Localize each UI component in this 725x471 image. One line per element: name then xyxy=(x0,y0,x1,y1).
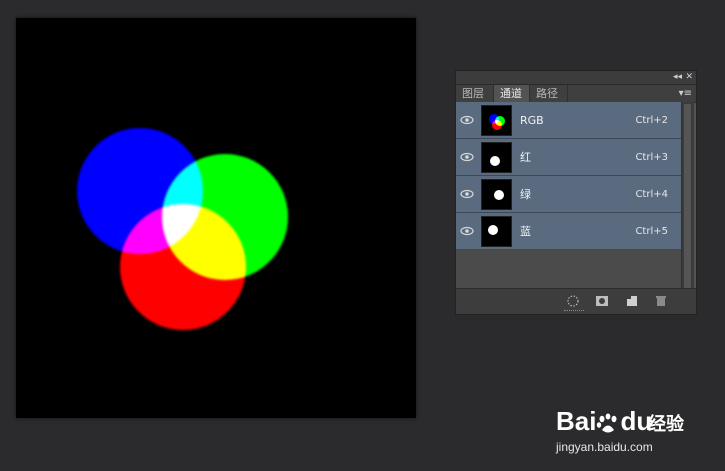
baidu-jingyan-watermark: Bai du 经验 jingyan.baidu.com xyxy=(556,404,716,464)
channel-shortcut: Ctrl+4 xyxy=(635,189,668,200)
panel-tabs: 图层 通道 路径 ▾≡ xyxy=(456,85,696,103)
tab-channels[interactable]: 通道 xyxy=(494,85,530,102)
save-selection-as-channel-icon[interactable] xyxy=(595,295,609,307)
watermark-chinese: 经验 xyxy=(648,414,684,435)
watermark-brand: Bai du xyxy=(556,406,653,436)
eye-icon[interactable] xyxy=(460,113,474,127)
channel-row-green[interactable]: 绿 Ctrl+4 xyxy=(456,176,682,213)
channel-thumbnail xyxy=(481,216,512,247)
panel-menu-icon[interactable]: ▾≡ xyxy=(679,85,692,102)
close-icon[interactable]: ✕ xyxy=(685,71,693,84)
channel-row-blue[interactable]: 蓝 Ctrl+5 xyxy=(456,213,682,250)
tab-paths[interactable]: 路径 xyxy=(530,85,568,102)
channels-panel: ◂◂ ✕ 图层 通道 路径 ▾≡ RGB Ctrl+2 红 Ctrl+3 绿 C… xyxy=(455,70,697,315)
load-channel-as-selection-icon[interactable] xyxy=(566,295,580,307)
channel-thumbnail xyxy=(481,105,512,136)
panel-resize-grip[interactable] xyxy=(564,310,584,313)
channel-row-rgb[interactable]: RGB Ctrl+2 xyxy=(456,102,682,139)
channel-shortcut: Ctrl+2 xyxy=(635,115,668,126)
collapse-icon[interactable]: ◂◂ xyxy=(673,71,682,84)
new-channel-icon[interactable] xyxy=(625,295,639,307)
delete-channel-icon[interactable] xyxy=(654,295,668,307)
channel-list: RGB Ctrl+2 红 Ctrl+3 绿 Ctrl+4 蓝 Ctrl+5 xyxy=(456,102,682,290)
channel-name: 蓝 xyxy=(520,225,531,238)
channel-shortcut: Ctrl+5 xyxy=(635,226,668,237)
eye-icon[interactable] xyxy=(460,150,474,164)
scrollbar-thumb[interactable] xyxy=(684,104,691,288)
document-canvas[interactable] xyxy=(16,18,416,418)
watermark-url: jingyan.baidu.com xyxy=(556,440,653,454)
channel-name: 红 xyxy=(520,151,531,164)
channel-name: RGB xyxy=(520,114,544,127)
paw-logo-icon xyxy=(597,413,617,433)
channel-name: 绿 xyxy=(520,188,531,201)
channel-row-red[interactable]: 红 Ctrl+3 xyxy=(456,139,682,176)
channel-shortcut: Ctrl+3 xyxy=(635,152,668,163)
panel-title-bar: ◂◂ ✕ xyxy=(456,71,696,85)
channel-thumbnail xyxy=(481,142,512,173)
panel-footer xyxy=(456,288,696,314)
eye-icon[interactable] xyxy=(460,224,474,238)
tab-layers[interactable]: 图层 xyxy=(456,85,494,102)
eye-icon[interactable] xyxy=(460,187,474,201)
red-circle xyxy=(120,204,246,330)
channel-thumbnail xyxy=(481,179,512,210)
panel-scrollbar[interactable] xyxy=(681,102,694,290)
